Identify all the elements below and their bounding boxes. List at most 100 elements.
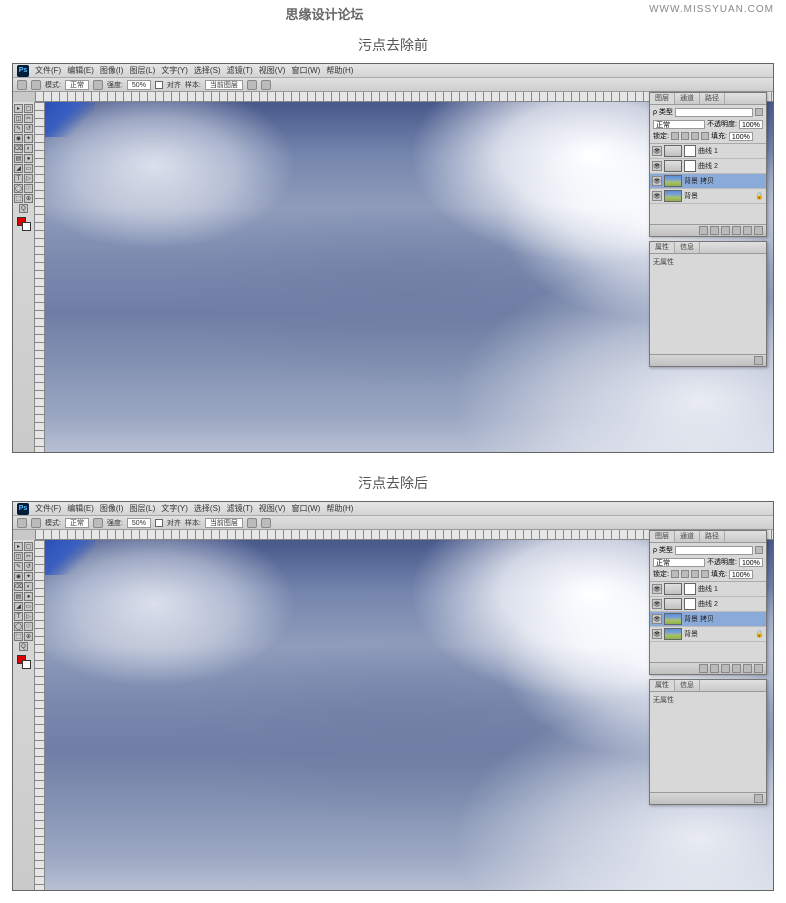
menu-item[interactable]: 编辑(E) bbox=[67, 65, 94, 76]
fill-field[interactable]: 100% bbox=[729, 570, 753, 579]
tool-preset-icon[interactable] bbox=[17, 518, 27, 528]
tool-button[interactable]: ▤ bbox=[14, 592, 23, 601]
menu-item[interactable]: 滤镜(T) bbox=[227, 503, 253, 514]
menu-item[interactable]: 文字(Y) bbox=[161, 65, 188, 76]
menu-item[interactable]: 图像(I) bbox=[100, 503, 124, 514]
menu-item[interactable]: 视图(V) bbox=[259, 65, 286, 76]
layer-row[interactable]: 👁背景🔒 bbox=[650, 627, 766, 642]
adjustment-icon[interactable] bbox=[721, 664, 730, 673]
layer-thumbnail[interactable] bbox=[664, 628, 682, 640]
lock-icons[interactable] bbox=[671, 570, 709, 578]
layer-thumbnail[interactable] bbox=[664, 145, 682, 157]
kind-select[interactable] bbox=[675, 546, 753, 555]
visibility-icon[interactable]: 👁 bbox=[652, 584, 662, 594]
tool-button[interactable]: ● bbox=[24, 154, 33, 163]
brush-icon[interactable] bbox=[93, 518, 103, 528]
tool-button[interactable]: ↺ bbox=[24, 124, 33, 133]
blend-select[interactable]: 正常 bbox=[653, 120, 705, 129]
menu-item[interactable]: 滤镜(T) bbox=[227, 65, 253, 76]
fx-icon[interactable] bbox=[699, 664, 708, 673]
background-swatch[interactable] bbox=[22, 660, 31, 669]
layer-thumbnail[interactable] bbox=[664, 613, 682, 625]
blend-mode-select[interactable]: 正常 bbox=[65, 518, 89, 528]
aligned-checkbox[interactable] bbox=[155, 519, 163, 527]
strength-field[interactable]: 50% bbox=[127, 80, 151, 90]
tool-button[interactable]: ◯ bbox=[14, 622, 23, 631]
layer-row[interactable]: 👁背景🔒 bbox=[650, 189, 766, 204]
tool-button[interactable]: ◉ bbox=[14, 134, 23, 143]
color-swatches[interactable] bbox=[17, 655, 31, 669]
background-swatch[interactable] bbox=[22, 222, 31, 231]
tool-button[interactable]: T bbox=[14, 612, 23, 621]
tab-图层[interactable]: 图层 bbox=[650, 93, 675, 104]
trash-icon[interactable] bbox=[754, 356, 763, 365]
tool-button[interactable]: ◢ bbox=[14, 602, 23, 611]
tool-preset-icon[interactable] bbox=[17, 80, 27, 90]
layer-row[interactable]: 👁曲线 1 bbox=[650, 144, 766, 159]
menu-item[interactable]: 图层(L) bbox=[129, 65, 155, 76]
menu-item[interactable]: 帮助(H) bbox=[326, 503, 353, 514]
tool-button[interactable]: ◐ bbox=[24, 144, 33, 153]
layer-row[interactable]: 👁背景 拷贝 bbox=[650, 174, 766, 189]
visibility-icon[interactable]: 👁 bbox=[652, 146, 662, 156]
tool-button[interactable]: ● bbox=[24, 592, 33, 601]
aligned-checkbox[interactable] bbox=[155, 81, 163, 89]
brush-preset-icon[interactable] bbox=[31, 518, 41, 528]
sample-select[interactable]: 当前图层 bbox=[205, 80, 243, 90]
tab-路径[interactable]: 路径 bbox=[700, 93, 725, 104]
menu-item[interactable]: 图层(L) bbox=[129, 503, 155, 514]
tool-button[interactable]: ◫ bbox=[14, 114, 23, 123]
tool-button[interactable]: ✦ bbox=[24, 572, 33, 581]
visibility-icon[interactable]: 👁 bbox=[652, 191, 662, 201]
menu-item[interactable]: 帮助(H) bbox=[326, 65, 353, 76]
tool-button[interactable]: ◐ bbox=[24, 582, 33, 591]
layer-row[interactable]: 👁曲线 2 bbox=[650, 597, 766, 612]
fx-icon[interactable] bbox=[699, 226, 708, 235]
tool-button[interactable]: ⌫ bbox=[14, 582, 23, 591]
group-icon[interactable] bbox=[732, 226, 741, 235]
tool-button[interactable]: ⊕ bbox=[24, 194, 33, 203]
tab-信息[interactable]: 信息 bbox=[675, 242, 700, 253]
tool-button[interactable]: ✂ bbox=[24, 114, 33, 123]
group-icon[interactable] bbox=[732, 664, 741, 673]
layer-thumbnail[interactable] bbox=[664, 175, 682, 187]
opacity-field[interactable]: 100% bbox=[739, 558, 763, 567]
visibility-icon[interactable]: 👁 bbox=[652, 614, 662, 624]
tool-button[interactable]: ▢ bbox=[24, 542, 33, 551]
tool-button[interactable]: ⊕ bbox=[24, 632, 33, 641]
tool-button[interactable]: ☞ bbox=[24, 622, 33, 631]
tool-button[interactable]: ▷ bbox=[24, 174, 33, 183]
tab-图层[interactable]: 图层 bbox=[650, 531, 675, 542]
tab-路径[interactable]: 路径 bbox=[700, 531, 725, 542]
tool-button[interactable]: ⬚ bbox=[14, 632, 23, 641]
lock-icons[interactable] bbox=[671, 132, 709, 140]
trash-icon[interactable] bbox=[754, 794, 763, 803]
filter-icon[interactable] bbox=[755, 108, 763, 116]
strength-field[interactable]: 50% bbox=[127, 518, 151, 528]
visibility-icon[interactable]: 👁 bbox=[652, 176, 662, 186]
tool-button[interactable]: ↺ bbox=[24, 562, 33, 571]
visibility-icon[interactable]: 👁 bbox=[652, 161, 662, 171]
layer-row[interactable]: 👁背景 拷贝 bbox=[650, 612, 766, 627]
visibility-icon[interactable]: 👁 bbox=[652, 629, 662, 639]
layer-mask[interactable] bbox=[684, 145, 696, 157]
tool-button[interactable]: ☞ bbox=[24, 184, 33, 193]
pressure-icon[interactable] bbox=[247, 80, 257, 90]
mask-icon[interactable] bbox=[710, 664, 719, 673]
new-layer-icon[interactable] bbox=[743, 664, 752, 673]
layer-thumbnail[interactable] bbox=[664, 583, 682, 595]
layer-row[interactable]: 👁曲线 2 bbox=[650, 159, 766, 174]
layer-thumbnail[interactable] bbox=[664, 190, 682, 202]
tab-通道[interactable]: 通道 bbox=[675, 93, 700, 104]
tool-button[interactable]: Q bbox=[19, 642, 28, 651]
trash-icon[interactable] bbox=[754, 664, 763, 673]
tool-button[interactable]: ▸ bbox=[14, 542, 23, 551]
mask-icon[interactable] bbox=[710, 226, 719, 235]
tool-button[interactable]: ▢ bbox=[24, 104, 33, 113]
tool-button[interactable]: ▷ bbox=[24, 612, 33, 621]
sample-select[interactable]: 当前图层 bbox=[205, 518, 243, 528]
menu-item[interactable]: 文字(Y) bbox=[161, 503, 188, 514]
tablet-icon[interactable] bbox=[261, 518, 271, 528]
trash-icon[interactable] bbox=[754, 226, 763, 235]
brush-preset-icon[interactable] bbox=[31, 80, 41, 90]
